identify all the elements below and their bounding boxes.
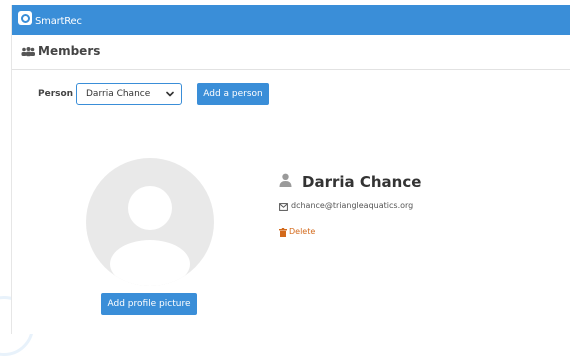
chevron-down-icon (166, 91, 174, 97)
person-select[interactable]: Darria Chance (76, 83, 182, 105)
section-header: Members (12, 35, 570, 70)
trash-icon (279, 228, 287, 237)
add-profile-picture-button[interactable]: Add profile picture (101, 293, 197, 315)
user-icon (279, 173, 292, 187)
avatar-placeholder-icon (110, 186, 190, 286)
person-select-value: Darria Chance (86, 89, 151, 99)
page-title: Members (38, 44, 101, 58)
member-email[interactable]: dchance@triangleaquatics.org (291, 201, 413, 210)
members-icon (21, 47, 35, 57)
add-person-button[interactable]: Add a person (197, 83, 269, 105)
left-frame (0, 0, 34, 356)
avatar (86, 158, 214, 286)
top-bar: SmartRec (12, 5, 570, 35)
app-window: SmartRec Members Person Darria Chance Ad… (11, 5, 570, 334)
person-label: Person (38, 89, 74, 99)
member-name: Darria Chance (302, 173, 422, 191)
app-logo-icon[interactable] (18, 11, 32, 25)
delete-link[interactable]: Delete (289, 227, 315, 236)
right-frame (570, 0, 574, 334)
envelope-icon (279, 203, 288, 211)
brand-name[interactable]: SmartRec (35, 16, 82, 27)
